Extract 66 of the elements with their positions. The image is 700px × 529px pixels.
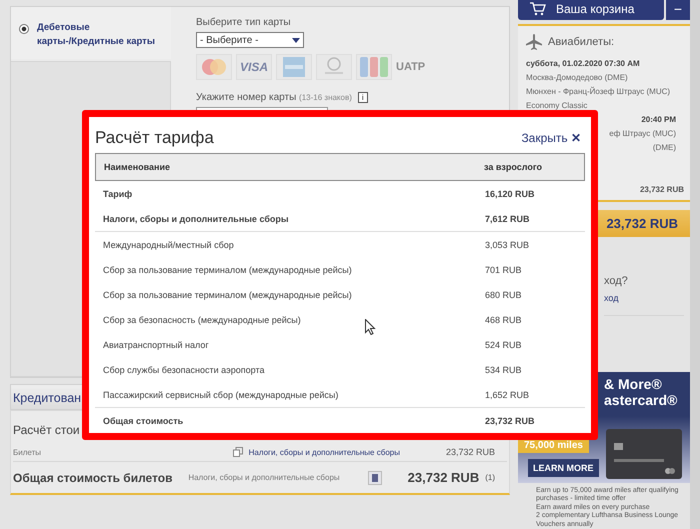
flight-date: суббота, 01.02.2020 07:30 AM [526,59,641,68]
method-label: Дебетовые [37,21,91,35]
info-button[interactable]: i [358,92,368,103]
fee-name: Международный/местный сбор [102,240,235,250]
cart-icon [530,2,546,16]
card-type-select[interactable]: - Выберите - [196,32,304,48]
fee-amount: 680 RUB [485,290,523,300]
total-label: Общая стоимость билетов [13,470,172,484]
fee-name: Общая стоимость [102,416,184,426]
promo-question: ход? [604,274,628,286]
fee-name: Авиатранспортный налог [102,340,210,350]
taxes-note: Налоги, сборы и дополнительные сборы [188,473,340,482]
subtotal: 23,732 RUB [640,185,684,194]
fee-name: Сбор за безопасность (международные рейсы) [102,314,302,324]
close-button[interactable]: Закрыть ✕ [521,131,585,145]
ad-title: & More® [604,376,662,392]
learn-more-button[interactable]: LEARN MORE [528,458,598,476]
jcb-logo-icon [356,54,392,80]
fee-name: Тариф [102,188,134,198]
fee-amount: 524 RUB [485,340,523,350]
fee-name: Сбор за пользование терминалом (международные рейсы) [102,264,353,274]
fee-amount: 7,612 RUB [485,214,531,224]
airport: (DME) [652,143,677,152]
fee-name: Налоги, сборы и дополнительные сборы [102,214,290,224]
caret-icon [292,38,300,42]
section-title: Расчёт стои [13,422,80,437]
fee-name: Сбор службы безопасности аэропорта [102,364,266,374]
cabin-class: Economy Classic [526,101,588,110]
dialog-title: Расчёт тарифа [95,128,214,148]
fee-amount: 701 RUB [485,264,523,274]
flight-time: 20:40 PM [641,115,677,124]
tickets-label: Билеты [13,448,41,456]
mastercard-logo-icon [196,54,232,80]
ad-title: astercard® [604,392,678,408]
fee-amount: 534 RUB [485,364,523,374]
footnote-mark: (1) [485,473,495,482]
section-title: Авиабилеты: [548,36,614,48]
field-label: Укажите номер карты (13-16 знаков) [196,92,352,103]
column-header: Наименование [103,162,172,172]
fee-amount: 16,120 RUB [485,188,536,198]
cursor-icon [365,319,376,335]
airport: Москва-Домодедово (DME) [526,73,629,82]
popup-icon [232,447,243,457]
tickets-amount: 23,732 RUB [446,447,495,457]
method-label: карты-/Кредитные карты [37,35,155,49]
cart-button[interactable]: Ваша корзина [518,0,664,20]
calculator-icon[interactable] [368,470,382,484]
credit-card-icon [606,428,682,478]
total-amount: 23,732 RUB [408,470,480,485]
collapse-button[interactable]: − [666,0,690,20]
fee-amount: 468 RUB [485,314,523,324]
airplane-icon [526,34,542,50]
visa-logo: VISA [236,54,272,80]
taxes-link[interactable]: Налоги, сборы и дополнительные сборы [248,448,400,456]
amex-logo-icon [276,54,312,80]
total-price: 23,732 RUB [606,216,678,233]
uatp-logo: UATP [396,61,426,73]
promo-link[interactable]: ход [604,292,684,316]
field-label: Выберите тип карты [196,17,291,28]
fee-name: Пассажирский сервисный сбор (международные рейсы) [102,390,340,400]
column-header: за взрослого [484,162,543,172]
fee-amount: 3,053 RUB [485,240,530,250]
airport: Мюнхен - Франц-Йозеф Штраус (MUC) [526,87,672,96]
fee-name: Сбор за пользование терминалом (международные рейсы) [102,290,353,300]
airport: еф Штраус (MUC) [609,129,677,138]
radio-button[interactable] [19,24,29,34]
